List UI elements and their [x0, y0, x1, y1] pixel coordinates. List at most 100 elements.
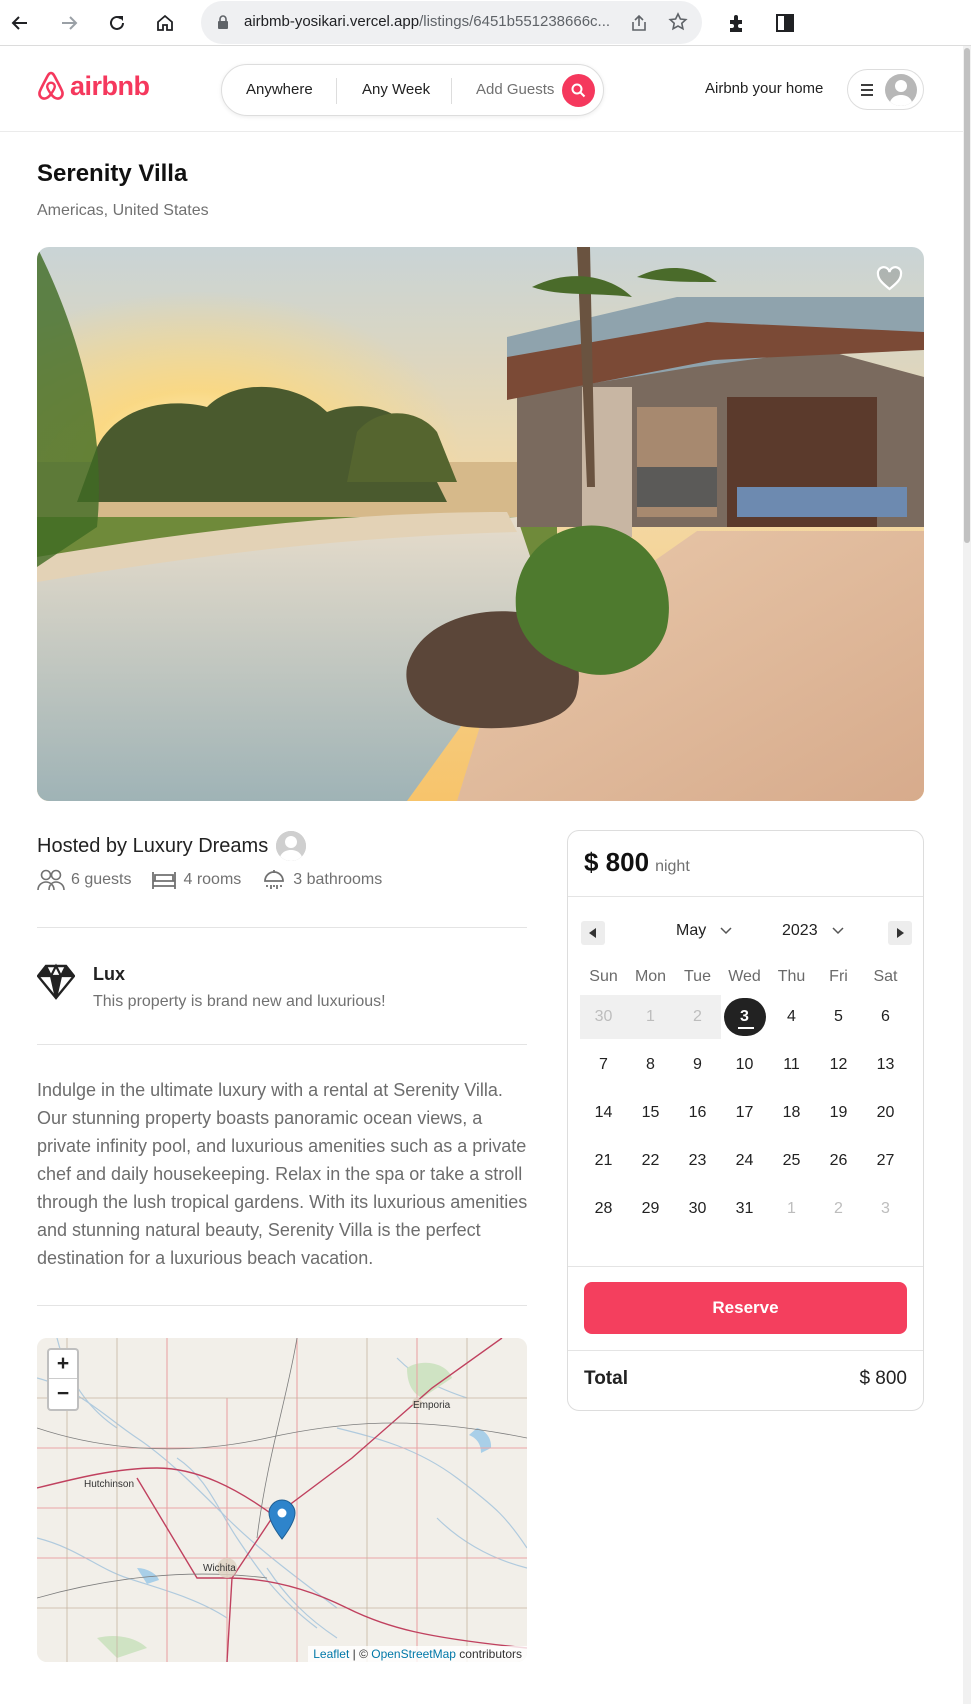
calendar-day-number: 5 [834, 1008, 843, 1025]
calendar-day: 3 [862, 1187, 909, 1231]
chevron-down-icon [720, 927, 732, 935]
calendar-day-number: 17 [735, 1104, 754, 1121]
map-place-hutchinson: Hutchinson [84, 1479, 134, 1490]
chevron-down-icon [832, 927, 844, 935]
calendar-day[interactable]: 7 [580, 1043, 627, 1087]
calendar-day: 2 [674, 995, 721, 1039]
calendar-day-number: 6 [881, 1008, 890, 1025]
calendar-day[interactable]: 5 [815, 995, 862, 1039]
calendar-day-number: 24 [735, 1152, 754, 1169]
search-anywhere[interactable]: Anywhere [246, 81, 313, 98]
leaflet-link[interactable]: Leaflet [313, 1647, 349, 1661]
price-unit: night [655, 858, 690, 875]
page-scrollbar[interactable] [963, 46, 971, 1704]
address-bar[interactable]: airbmb-yosikari.vercel.app/listings/6451… [201, 1, 702, 44]
lock-icon [218, 15, 228, 29]
calendar-day[interactable]: 14 [580, 1091, 627, 1135]
calendar-day-number: 21 [594, 1152, 613, 1169]
forward-icon[interactable] [53, 7, 85, 39]
calendar-day[interactable]: 19 [815, 1091, 862, 1135]
calendar-day-number: 13 [876, 1056, 895, 1073]
calendar-day[interactable]: 18 [768, 1091, 815, 1135]
total-row: Total $ 800 [584, 1368, 907, 1390]
calendar-day[interactable]: 29 [627, 1187, 674, 1231]
stat-bathrooms-text: 3 bathrooms [293, 871, 383, 888]
month-select[interactable]: May [676, 922, 732, 940]
airbnb-logo[interactable]: airbnb [36, 70, 150, 102]
calendar-day[interactable]: 8 [627, 1043, 674, 1087]
calendar-day: 1 [768, 1187, 815, 1231]
card-divider [568, 896, 923, 897]
calendar-day[interactable]: 27 [862, 1139, 909, 1183]
calendar-day[interactable]: 9 [674, 1043, 721, 1087]
calendar-day[interactable]: 12 [815, 1043, 862, 1087]
listing-title: Serenity Villa [37, 160, 188, 187]
location-map[interactable]: Emporia Hutchinson Wichita + − Leaflet |… [37, 1338, 527, 1662]
reload-icon[interactable] [101, 7, 133, 39]
calendar-weekday: Mon [634, 968, 667, 985]
stat-rooms: 4 rooms [151, 869, 241, 891]
scrollbar-thumb[interactable] [964, 48, 970, 543]
zoom-in-button[interactable]: + [49, 1350, 77, 1379]
calendar-day[interactable]: 24 [721, 1139, 768, 1183]
next-month-button[interactable] [888, 921, 912, 945]
site-header: airbnb Anywhere Any Week Add Guests Airb… [0, 46, 963, 132]
listing-description: Indulge in the ultimate luxury with a re… [37, 1080, 528, 1268]
calendar-day-number: 3 [723, 998, 766, 1036]
calendar-day[interactable]: 28 [580, 1187, 627, 1231]
calendar-day[interactable]: 11 [768, 1043, 815, 1087]
calendar-day-number: 14 [594, 1104, 613, 1121]
map-place-emporia: Emporia [413, 1400, 451, 1411]
heart-icon[interactable] [876, 266, 903, 291]
prev-month-button[interactable] [581, 921, 605, 945]
search-add-guests[interactable]: Add Guests [476, 81, 554, 98]
month-value: May [676, 922, 707, 939]
calendar-day-number: 27 [876, 1152, 895, 1169]
year-select[interactable]: 2023 [782, 922, 844, 940]
calendar-grid: Sun Mon Tue Wed Thu Fri Sat 30 1 2 3 4 5 6 7 8 9 10 11 12 13… [580, 961, 909, 1233]
airbnb-your-home-link[interactable]: Airbnb your home [705, 80, 823, 97]
share-icon[interactable] [629, 13, 649, 33]
calendar-day-selected[interactable]: 3 [721, 995, 768, 1039]
extensions-icon[interactable] [721, 7, 753, 39]
calendar-day[interactable]: 10 [721, 1043, 768, 1087]
calendar-day[interactable]: 22 [627, 1139, 674, 1183]
back-icon[interactable] [4, 7, 36, 39]
zoom-out-button[interactable]: − [49, 1379, 77, 1408]
calendar-day[interactable]: 16 [674, 1091, 721, 1135]
search-any-week[interactable]: Any Week [362, 81, 430, 98]
calendar-day-number: 19 [829, 1104, 848, 1121]
calendar-day[interactable]: 21 [580, 1139, 627, 1183]
calendar-week-row: 28 29 30 31 1 2 3 [580, 1185, 909, 1233]
calendar-day[interactable]: 15 [627, 1091, 674, 1135]
logo-text: airbnb [70, 70, 150, 101]
calendar-day[interactable]: 26 [815, 1139, 862, 1183]
calendar-day[interactable]: 17 [721, 1091, 768, 1135]
search-bar[interactable]: Anywhere Any Week Add Guests [221, 64, 604, 116]
calendar-weekday: Tue [684, 968, 711, 985]
calendar-day[interactable]: 6 [862, 995, 909, 1039]
home-icon[interactable] [149, 7, 181, 39]
reserve-button[interactable]: Reserve [584, 1282, 907, 1334]
calendar-day[interactable]: 23 [674, 1139, 721, 1183]
price-amount: $ 800 [584, 847, 650, 877]
airbnb-logo-icon [38, 71, 64, 100]
calendar-week-row: 7 8 9 10 11 12 13 [580, 1041, 909, 1089]
calendar-day[interactable]: 30 [674, 1187, 721, 1231]
calendar-day[interactable]: 4 [768, 995, 815, 1039]
category-description: This property is brand new and luxurious… [93, 993, 386, 1010]
osm-link[interactable]: OpenStreetMap [371, 1647, 456, 1661]
search-button[interactable] [562, 74, 595, 107]
calendar-day[interactable]: 31 [721, 1187, 768, 1231]
calendar-day[interactable]: 13 [862, 1043, 909, 1087]
calendar-day-number: 28 [594, 1200, 613, 1217]
side-panel-icon[interactable] [769, 7, 801, 39]
calendar-weekday: Sat [873, 968, 898, 985]
calendar-day-number: 25 [782, 1152, 801, 1169]
calendar-day[interactable]: 25 [768, 1139, 815, 1183]
calendar-day-number: 2 [834, 1200, 843, 1217]
calendar-day[interactable]: 20 [862, 1091, 909, 1135]
calendar-day-number: 1 [787, 1200, 796, 1217]
bookmark-star-icon[interactable] [668, 12, 688, 32]
user-menu-button[interactable] [847, 69, 924, 110]
